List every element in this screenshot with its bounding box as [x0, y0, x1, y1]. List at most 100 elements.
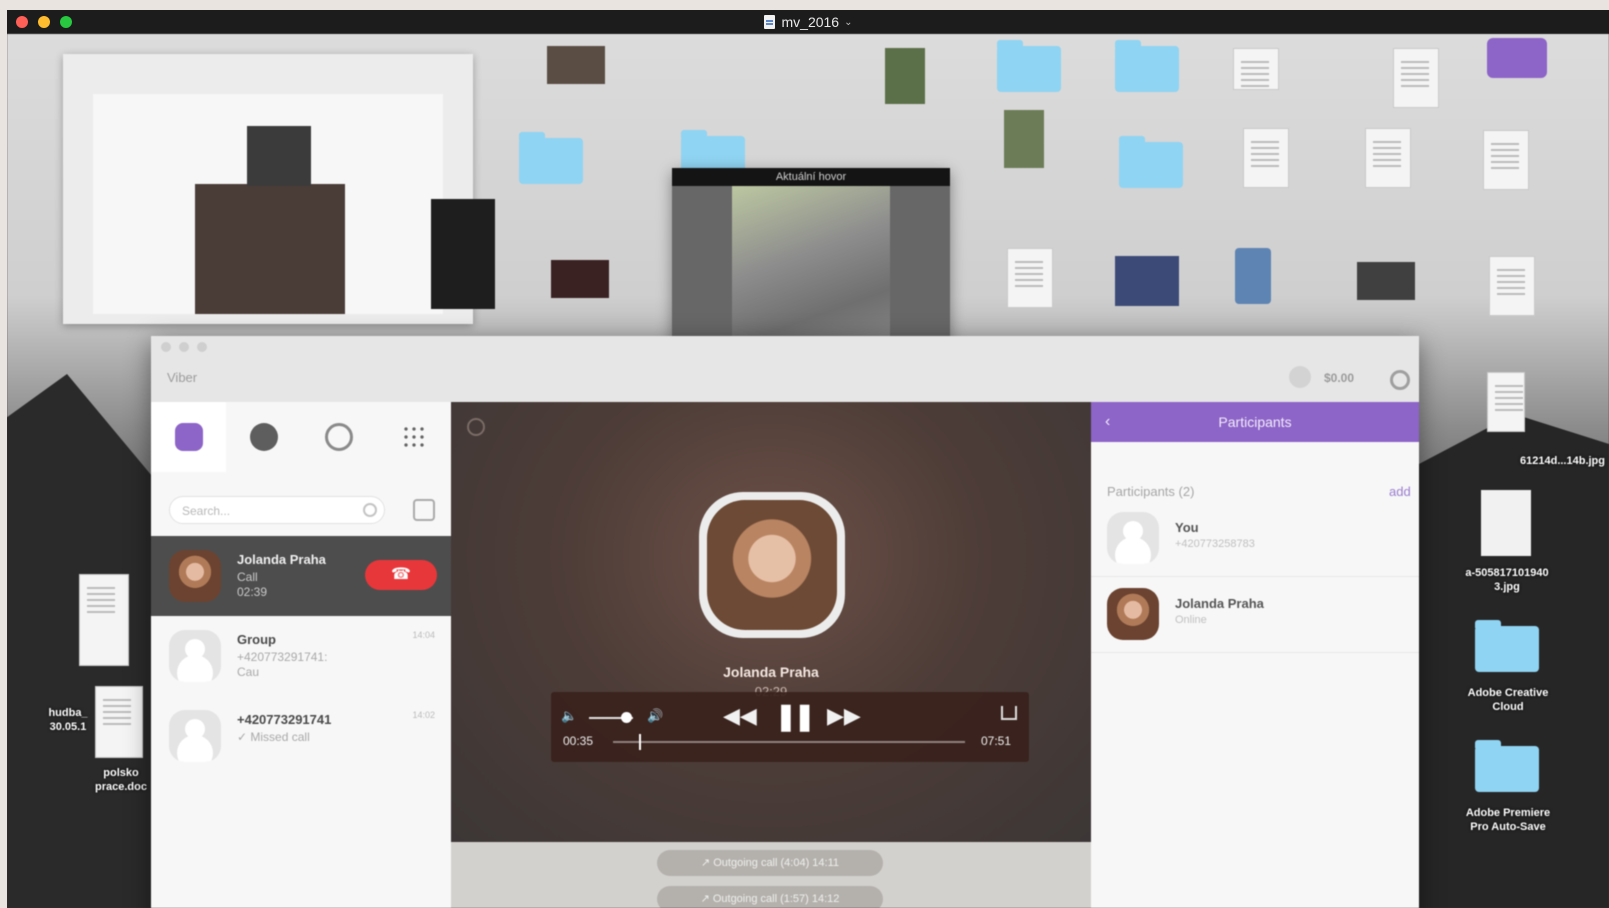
desktop-photo-icon[interactable]: [547, 46, 605, 84]
desktop-document-icon[interactable]: [1483, 130, 1529, 190]
pause-icon[interactable]: ❚❚: [775, 701, 816, 732]
viber-out-balance[interactable]: $0.00: [1324, 371, 1354, 385]
playback-controls: 🔈 🔊 ◀◀ ❚❚ ▶▶ 00:35 07:51: [551, 692, 1029, 762]
group-avatar: [169, 630, 221, 682]
desktop-document-icon[interactable]: [1365, 128, 1411, 188]
desktop-document-icon[interactable]: [1007, 248, 1053, 308]
call-view: Jolanda Praha 02:29 ■ ● ☎ ▣ ⤢: [451, 402, 1091, 890]
desktop-document-icon[interactable]: [1243, 128, 1289, 188]
tab-chats[interactable]: [151, 402, 226, 472]
adobe-cc-folder-icon[interactable]: [1475, 620, 1539, 672]
desktop-folder-icon[interactable]: [519, 132, 583, 184]
participant-name: Jolanda Praha: [1175, 596, 1264, 611]
desktop-document-icon[interactable]: [79, 574, 129, 666]
window-title[interactable]: mv_2016 ⌄: [7, 10, 1609, 34]
viber-minimize-button[interactable]: [179, 342, 189, 352]
desktop-photo-icon[interactable]: [1004, 110, 1044, 168]
callee-avatar: [707, 500, 837, 630]
movie-file-icon: [763, 15, 775, 29]
avatar: [169, 550, 221, 602]
screenshot-call-thumb: [195, 184, 345, 314]
back-chevron-icon[interactable]: ‹: [1105, 402, 1110, 442]
chat-time: 14:04: [412, 630, 435, 640]
call-history-area: ↗ Outgoing call (4:04) 14:11 ↗ Outgoing …: [451, 842, 1091, 908]
chat-preview: ✓ Missed call: [237, 730, 310, 745]
desktop-photo-icon[interactable]: [1481, 490, 1531, 556]
viber-zoom-button[interactable]: [197, 342, 207, 352]
chat-line2: Cau: [237, 665, 260, 679]
participants-count: Participants (2): [1107, 484, 1195, 499]
viber-app-name: Viber: [167, 370, 198, 385]
viber-app-icon[interactable]: [1487, 38, 1547, 78]
desktop-photo-icon[interactable]: [1115, 256, 1179, 306]
chat-row[interactable]: +420773291741 ✓ Missed call 14:02: [151, 696, 451, 776]
chat-preview: +420773291741: Cau: [237, 650, 327, 680]
desktop-folder-icon[interactable]: [1119, 136, 1183, 188]
compose-icon[interactable]: [413, 499, 435, 521]
desktop-document-icon[interactable]: [1487, 372, 1525, 432]
viber-close-button[interactable]: [161, 342, 171, 352]
volume-low-icon[interactable]: 🔈: [561, 708, 577, 724]
participant-row[interactable]: You +420773258783: [1091, 502, 1419, 577]
chats-sidebar: Search... Jolanda Praha Call 02:39 ☎ Gro…: [151, 402, 452, 908]
fast-forward-icon[interactable]: ▶▶: [827, 703, 861, 729]
timeline-scrubber[interactable]: [613, 741, 965, 743]
chat-row-active[interactable]: Jolanda Praha Call 02:39 ☎: [151, 536, 451, 616]
recorded-desktop: hudba_ 30.05.1 polsko prace.doc 61214d..…: [7, 34, 1609, 908]
contacts-icon: [249, 423, 278, 451]
desktop-photo-icon[interactable]: [551, 260, 609, 298]
chat-row[interactable]: Group +420773291741: Cau 14:04: [151, 616, 451, 696]
share-icon[interactable]: [1001, 706, 1017, 720]
participant-number: +420773258783: [1175, 538, 1255, 550]
chat-line1: ✓ Missed call: [237, 730, 310, 744]
desktop-photo-icon[interactable]: [1357, 262, 1415, 300]
screenshot-dark-thumb: [431, 199, 495, 309]
desktop-label-adobe-pr: Adobe Premiere Pro Auto-Save: [1465, 807, 1551, 833]
playhead[interactable]: [639, 734, 642, 750]
desktop-label-hudba: hudba_ 30.05.1: [48, 707, 88, 733]
participant-row[interactable]: Jolanda Praha Online: [1091, 578, 1419, 653]
tab-dialpad[interactable]: [376, 402, 451, 472]
screenshot-phone-thumb: [247, 126, 311, 186]
tab-contacts[interactable]: [226, 402, 301, 472]
settings-icon[interactable]: [1390, 370, 1410, 390]
avatar: [169, 710, 221, 762]
end-call-button[interactable]: ☎: [365, 560, 437, 590]
account-icon[interactable]: [1289, 366, 1311, 388]
add-participant-link[interactable]: add: [1389, 484, 1411, 499]
chat-line2: 02:39: [237, 585, 268, 599]
chat-time: 14:02: [412, 710, 435, 720]
current-time: 00:35: [563, 734, 594, 748]
chat-line1: +420773291741:: [237, 650, 328, 664]
total-duration: 07:51: [981, 734, 1012, 748]
participants-panel: Participants ‹ Participants (2) add You …: [1091, 402, 1419, 908]
desktop-document-icon[interactable]: [1233, 48, 1279, 90]
desktop-document-icon[interactable]: [1489, 256, 1535, 316]
player-titlebar: mv_2016 ⌄: [7, 10, 1609, 34]
search-icon: [363, 503, 377, 517]
desktop-folder-icon[interactable]: [1115, 40, 1179, 92]
dialpad-icon: [401, 425, 426, 449]
adobe-pr-folder-icon[interactable]: [1475, 740, 1539, 792]
info-icon[interactable]: [467, 418, 485, 436]
desktop-document-icon[interactable]: [1393, 48, 1439, 108]
desktop-photo-icon[interactable]: [885, 48, 925, 104]
tab-public-chats[interactable]: [301, 402, 376, 472]
viber-window: Viber $0.00 Search... Jolanda Praha Call…: [151, 336, 1419, 908]
callee-name: Jolanda Praha: [723, 664, 819, 680]
search-input[interactable]: Search...: [169, 496, 385, 524]
desktop-label-adobe-cc: Adobe Creative Cloud: [1467, 687, 1549, 713]
chat-name: +420773291741: [237, 712, 332, 727]
chat-status: Call 02:39: [237, 570, 267, 600]
volume-high-icon[interactable]: 🔊: [647, 708, 663, 724]
chat-bubble-icon: [174, 423, 203, 451]
desktop-folder-icon[interactable]: [997, 40, 1061, 92]
quicktime-file-icon[interactable]: [1235, 248, 1271, 304]
volume-knob[interactable]: [621, 712, 633, 723]
rewind-icon[interactable]: ◀◀: [723, 703, 757, 729]
avatar: [1107, 588, 1159, 640]
chat-name: Group: [237, 632, 276, 647]
participant-status: Online: [1175, 614, 1207, 626]
chat-line1: Call: [237, 570, 258, 584]
player-window: mv_2016 ⌄ hudba_ 30.05.1 polsko prace.do…: [7, 10, 1609, 908]
